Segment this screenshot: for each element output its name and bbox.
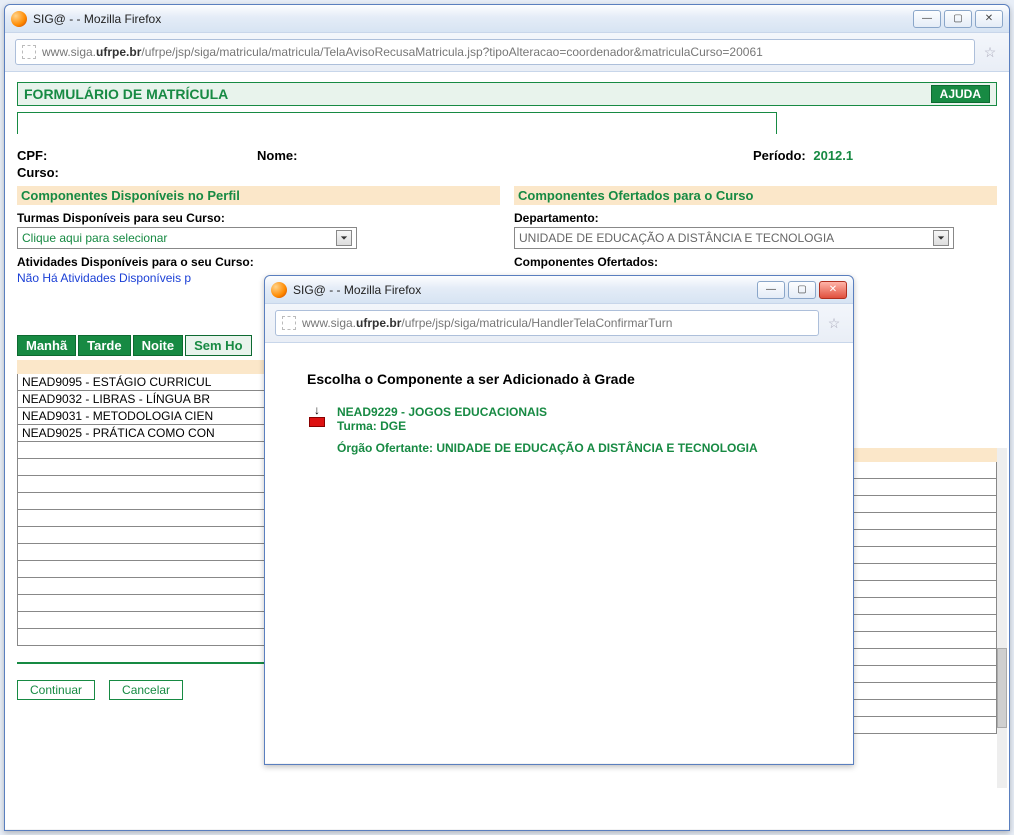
popup-window: SIG@ - - Mozilla Firefox — ▢ ✕ www.siga.… bbox=[264, 275, 854, 765]
tab-manha[interactable]: Manhã bbox=[17, 335, 76, 356]
list-item-empty bbox=[17, 476, 269, 493]
list-item-empty bbox=[17, 578, 269, 595]
list-item-empty bbox=[17, 561, 269, 578]
close-button[interactable]: ✕ bbox=[819, 281, 847, 299]
add-component-icon[interactable]: ↓ bbox=[307, 405, 327, 427]
departamento-label: Departamento: bbox=[514, 211, 997, 225]
popup-window-title: SIG@ - - Mozilla Firefox bbox=[293, 283, 757, 297]
bookmark-star-icon[interactable]: ☆ bbox=[825, 314, 843, 332]
continue-button[interactable]: Continuar bbox=[17, 680, 95, 700]
site-identity-icon bbox=[282, 316, 296, 330]
minimize-button[interactable]: — bbox=[913, 10, 941, 28]
popup-body: Escolha o Componente a ser Adicionado à … bbox=[265, 343, 853, 763]
maximize-button[interactable]: ▢ bbox=[944, 10, 972, 28]
maximize-button[interactable]: ▢ bbox=[788, 281, 816, 299]
list-item-empty bbox=[17, 612, 269, 629]
atividades-label: Atividades Disponíveis para o seu Curso: bbox=[17, 255, 500, 269]
arrow-down-icon: ↓ bbox=[314, 405, 320, 415]
main-addressbar: www.siga.ufrpe.br/ufrpe/jsp/siga/matricu… bbox=[5, 33, 1009, 72]
main-window-title: SIG@ - - Mozilla Firefox bbox=[33, 12, 913, 26]
right-grid bbox=[837, 448, 997, 734]
header-frame bbox=[17, 112, 777, 134]
component-turma: Turma: DGE bbox=[337, 419, 406, 433]
firefox-icon bbox=[11, 11, 27, 27]
site-identity-icon bbox=[22, 45, 36, 59]
list-item-empty bbox=[17, 595, 269, 612]
list-item-empty bbox=[17, 544, 269, 561]
columns: Componentes Disponíveis no Perfil Turmas… bbox=[17, 186, 997, 285]
right-column: Componentes Ofertados para o Curso Depar… bbox=[514, 186, 997, 285]
turmas-select-text: Clique aqui para selecionar bbox=[22, 231, 167, 245]
component-pick-text: NEAD9229 - JOGOS EDUCACIONAIS Turma: DGE… bbox=[337, 405, 758, 455]
components-list: NEAD9095 - ESTÁGIO CURRICUL NEAD9032 - L… bbox=[17, 360, 269, 646]
list-item-empty bbox=[17, 442, 269, 459]
chevron-down-icon bbox=[336, 230, 352, 246]
url-post: /ufrpe/jsp/siga/matricula/HandlerTelaCon… bbox=[401, 316, 672, 330]
tab-sem-horario[interactable]: Sem Ho bbox=[185, 335, 251, 356]
tab-tarde[interactable]: Tarde bbox=[78, 335, 130, 356]
list-header-strip bbox=[17, 360, 269, 374]
left-column: Componentes Disponíveis no Perfil Turmas… bbox=[17, 186, 500, 285]
info-row-1: CPF: Nome: Período: 2012.1 bbox=[17, 148, 997, 163]
minimize-button[interactable]: — bbox=[757, 281, 785, 299]
close-button[interactable]: ✕ bbox=[975, 10, 1003, 28]
component-orgao: Órgão Ofertante: UNIDADE DE EDUCAÇÃO A D… bbox=[337, 441, 758, 455]
popup-url-field[interactable]: www.siga.ufrpe.br/ufrpe/jsp/siga/matricu… bbox=[275, 310, 819, 336]
component-pick-row[interactable]: ↓ NEAD9229 - JOGOS EDUCACIONAIS Turma: D… bbox=[307, 405, 841, 455]
right-section-header: Componentes Ofertados para o Curso bbox=[514, 186, 997, 205]
list-item-empty bbox=[17, 527, 269, 544]
chevron-down-icon bbox=[933, 230, 949, 246]
main-titlebar: SIG@ - - Mozilla Firefox — ▢ ✕ bbox=[5, 5, 1009, 33]
url-post: /ufrpe/jsp/siga/matricula/matricula/Tela… bbox=[141, 45, 762, 59]
periodo-value: 2012.1 bbox=[813, 148, 853, 163]
right-scrollbar[interactable] bbox=[997, 448, 1007, 788]
form-header: FORMULÁRIO DE MATRÍCULA AJUDA bbox=[17, 82, 997, 106]
component-code: NEAD9229 - JOGOS EDUCACIONAIS bbox=[337, 405, 547, 419]
ofertados-label: Componentes Ofertados: bbox=[514, 255, 997, 269]
url-host: ufrpe.br bbox=[96, 45, 141, 59]
departamento-select[interactable]: UNIDADE DE EDUCAÇÃO A DISTÂNCIA E TECNOL… bbox=[514, 227, 954, 249]
tab-noite[interactable]: Noite bbox=[133, 335, 184, 356]
info-row-2: Curso: bbox=[17, 165, 997, 180]
folder-icon bbox=[309, 417, 325, 427]
curso-label: Curso: bbox=[17, 165, 59, 180]
popup-window-buttons: — ▢ ✕ bbox=[757, 281, 847, 299]
left-section-header: Componentes Disponíveis no Perfil bbox=[17, 186, 500, 205]
cancel-button[interactable]: Cancelar bbox=[109, 680, 183, 700]
list-item-empty bbox=[17, 459, 269, 476]
url-pre: www.siga. bbox=[42, 45, 96, 59]
cpf-label: CPF: bbox=[17, 148, 47, 163]
window-buttons: — ▢ ✕ bbox=[913, 10, 1003, 28]
departamento-select-text: UNIDADE DE EDUCAÇÃO A DISTÂNCIA E TECNOL… bbox=[519, 231, 834, 245]
turmas-select[interactable]: Clique aqui para selecionar bbox=[17, 227, 357, 249]
url-pre: www.siga. bbox=[302, 316, 356, 330]
main-url-field[interactable]: www.siga.ufrpe.br/ufrpe/jsp/siga/matricu… bbox=[15, 39, 975, 65]
url-host: ufrpe.br bbox=[356, 316, 401, 330]
list-item[interactable]: NEAD9032 - LIBRAS - LÍNGUA BR bbox=[17, 391, 269, 408]
scrollbar-thumb[interactable] bbox=[997, 648, 1007, 728]
list-item[interactable]: NEAD9095 - ESTÁGIO CURRICUL bbox=[17, 374, 269, 391]
list-item-empty bbox=[17, 629, 269, 646]
popup-titlebar: SIG@ - - Mozilla Firefox — ▢ ✕ bbox=[265, 276, 853, 304]
periodo-label: Período: bbox=[753, 148, 806, 163]
list-item-empty bbox=[17, 493, 269, 510]
list-item-empty bbox=[17, 510, 269, 527]
popup-addressbar: www.siga.ufrpe.br/ufrpe/jsp/siga/matricu… bbox=[265, 304, 853, 343]
help-button[interactable]: AJUDA bbox=[931, 85, 990, 103]
form-title: FORMULÁRIO DE MATRÍCULA bbox=[24, 86, 931, 102]
firefox-icon bbox=[271, 282, 287, 298]
nome-label: Nome: bbox=[257, 148, 297, 163]
list-item[interactable]: NEAD9031 - METODOLOGIA CIEN bbox=[17, 408, 269, 425]
popup-heading: Escolha o Componente a ser Adicionado à … bbox=[307, 371, 841, 387]
turmas-label: Turmas Disponíveis para seu Curso: bbox=[17, 211, 500, 225]
bookmark-star-icon[interactable]: ☆ bbox=[981, 43, 999, 61]
list-item[interactable]: NEAD9025 - PRÁTICA COMO CON bbox=[17, 425, 269, 442]
